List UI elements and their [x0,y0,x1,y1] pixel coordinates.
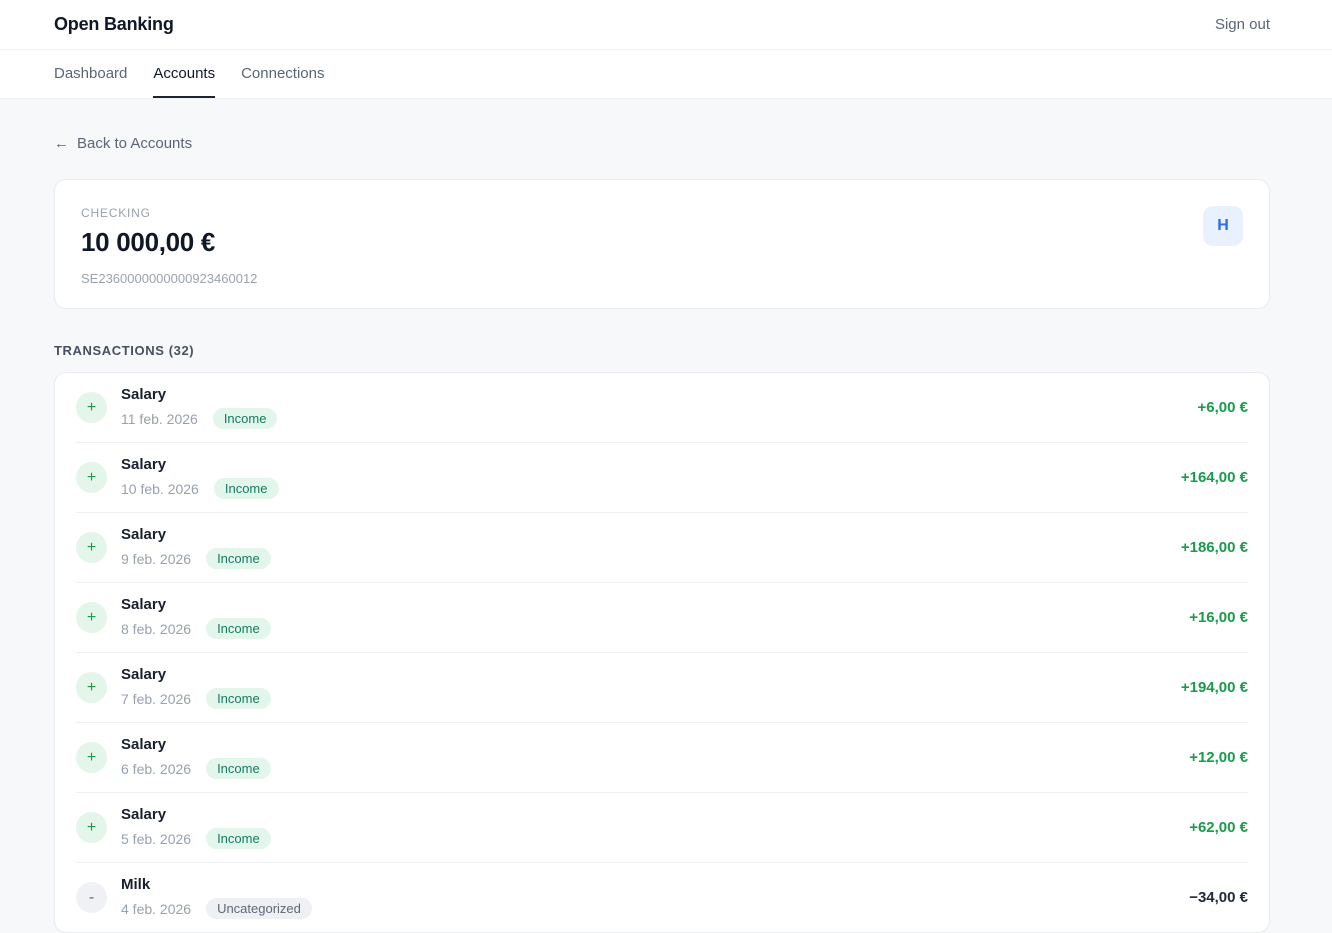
transaction-subline: 11 feb. 2026 Income [121,408,277,429]
transaction-direction-icon: + [76,392,107,423]
transaction-main: Salary 11 feb. 2026 Income [121,386,277,429]
transaction-amount: +186,00 € [1181,539,1248,556]
transaction-main: Milk 4 feb. 2026 Uncategorized [121,876,312,919]
transaction-row[interactable]: + Salary 10 feb. 2026 Income +164,00 € [76,442,1248,512]
tab-dashboard[interactable]: Dashboard [54,50,127,98]
transaction-subline: 6 feb. 2026 Income [121,758,271,779]
transaction-date: 8 feb. 2026 [121,621,191,637]
transaction-row[interactable]: + Salary 7 feb. 2026 Income +194,00 € [76,652,1248,722]
transaction-category-badge: Income [206,618,271,639]
transaction-title: Salary [121,456,279,473]
transactions-heading: TRANSACTIONS (32) [54,343,1270,358]
transaction-direction-icon: + [76,672,107,703]
transaction-row[interactable]: + Salary 6 feb. 2026 Income +12,00 € [76,722,1248,792]
transaction-direction-icon: + [76,812,107,843]
account-balance: 10 000,00 € [81,227,257,258]
app-title: Open Banking [54,14,174,35]
transaction-subline: 4 feb. 2026 Uncategorized [121,898,312,919]
transaction-direction-icon: + [76,532,107,563]
transaction-subline: 10 feb. 2026 Income [121,478,279,499]
transaction-subline: 5 feb. 2026 Income [121,828,271,849]
transaction-date: 6 feb. 2026 [121,761,191,777]
transaction-title: Salary [121,596,271,613]
transaction-main: Salary 7 feb. 2026 Income [121,666,271,709]
sign-out-link[interactable]: Sign out [1215,16,1270,33]
bank-logo-badge: H [1203,206,1243,246]
transaction-amount: +194,00 € [1181,679,1248,696]
transaction-direction-icon: - [76,882,107,913]
transaction-title: Salary [121,526,271,543]
transaction-date: 5 feb. 2026 [121,831,191,847]
transaction-title: Salary [121,736,271,753]
transaction-direction-icon: + [76,462,107,493]
transaction-amount: +16,00 € [1189,609,1248,626]
transaction-main: Salary 10 feb. 2026 Income [121,456,279,499]
transaction-category-badge: Income [206,828,271,849]
transaction-main: Salary 9 feb. 2026 Income [121,526,271,569]
transaction-category-badge: Income [214,478,279,499]
transaction-direction-icon: + [76,742,107,773]
transaction-category-badge: Income [213,408,278,429]
app-header: Open Banking Sign out [0,0,1332,50]
transaction-category-badge: Uncategorized [206,898,312,919]
transaction-direction-icon: + [76,602,107,633]
transaction-main: Salary 8 feb. 2026 Income [121,596,271,639]
transaction-amount: +164,00 € [1181,469,1248,486]
transaction-amount: +62,00 € [1189,819,1248,836]
account-type-label: CHECKING [81,206,257,220]
main-nav: Dashboard Accounts Connections [0,50,1332,99]
transaction-title: Milk [121,876,312,893]
transaction-subline: 8 feb. 2026 Income [121,618,271,639]
transaction-date: 7 feb. 2026 [121,691,191,707]
transaction-date: 11 feb. 2026 [121,411,198,427]
transaction-row[interactable]: - Milk 4 feb. 2026 Uncategorized −34,00 … [76,862,1248,932]
transaction-category-badge: Income [206,688,271,709]
back-link-label: Back to Accounts [77,135,192,152]
transaction-category-badge: Income [206,758,271,779]
transaction-main: Salary 6 feb. 2026 Income [121,736,271,779]
transaction-row[interactable]: + Salary 8 feb. 2026 Income +16,00 € [76,582,1248,652]
transaction-title: Salary [121,386,277,403]
transaction-category-badge: Income [206,548,271,569]
transaction-title: Salary [121,806,271,823]
transaction-amount: +12,00 € [1189,749,1248,766]
transaction-main: Salary 5 feb. 2026 Income [121,806,271,849]
transaction-amount: −34,00 € [1189,889,1248,906]
tab-accounts[interactable]: Accounts [153,50,215,98]
back-arrow-icon: ← [54,135,69,152]
account-summary-card: CHECKING 10 000,00 € SE23600000000009234… [54,179,1270,309]
transaction-date: 10 feb. 2026 [121,481,199,497]
account-iban: SE2360000000000923460012 [81,271,257,286]
transaction-title: Salary [121,666,271,683]
transaction-row[interactable]: + Salary 5 feb. 2026 Income +62,00 € [76,792,1248,862]
back-to-accounts-link[interactable]: ← Back to Accounts [54,135,192,152]
account-info: CHECKING 10 000,00 € SE23600000000009234… [81,206,257,282]
transaction-subline: 7 feb. 2026 Income [121,688,271,709]
transaction-date: 9 feb. 2026 [121,551,191,567]
transaction-subline: 9 feb. 2026 Income [121,548,271,569]
transaction-row[interactable]: + Salary 11 feb. 2026 Income +6,00 € [76,373,1248,442]
tab-connections[interactable]: Connections [241,50,324,98]
transactions-list: + Salary 11 feb. 2026 Income +6,00 € + S… [54,372,1270,933]
main-content: ← Back to Accounts CHECKING 10 000,00 € … [54,99,1270,933]
transaction-amount: +6,00 € [1198,399,1248,416]
transaction-row[interactable]: + Salary 9 feb. 2026 Income +186,00 € [76,512,1248,582]
transaction-date: 4 feb. 2026 [121,901,191,917]
